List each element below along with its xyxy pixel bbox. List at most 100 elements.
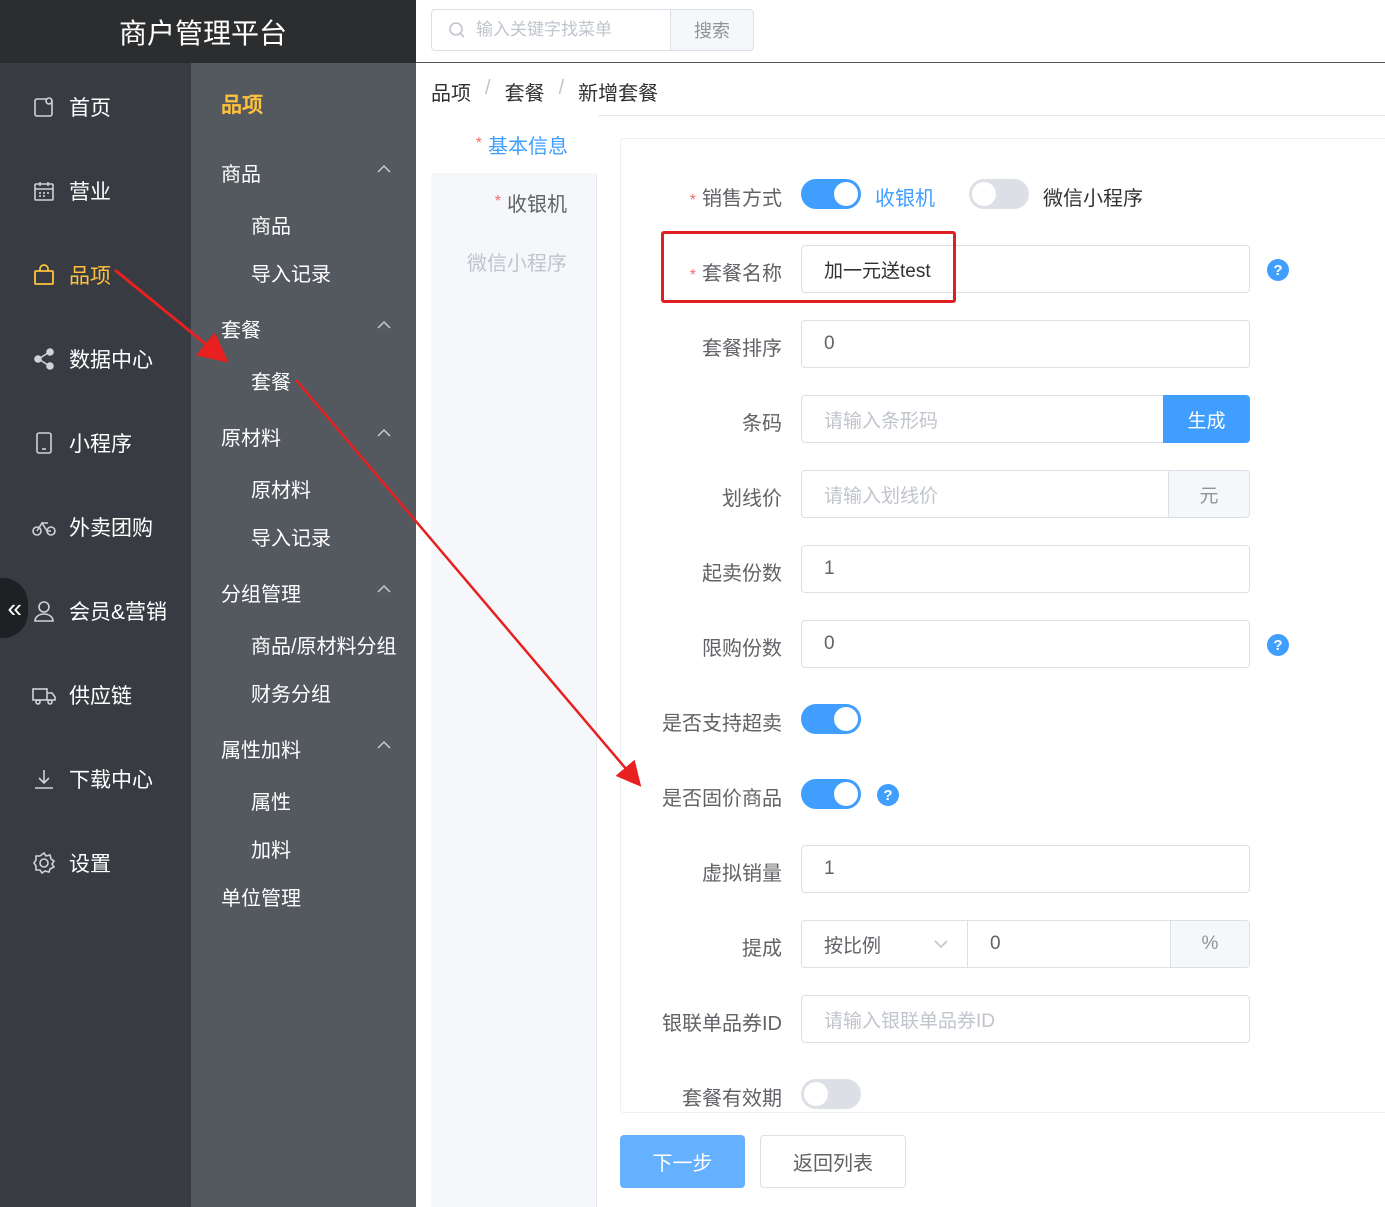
chevron-up-icon	[377, 428, 391, 437]
user-icon	[31, 598, 57, 624]
nav-item-settings[interactable]: 设置	[0, 833, 191, 893]
breadcrumb-item[interactable]: 套餐	[505, 77, 545, 106]
sub-item-materials[interactable]: 原材料	[251, 474, 311, 503]
sub-item-material-import-records[interactable]: 导入记录	[251, 522, 331, 551]
form-row-virtual-sales: 虚拟销量 1	[620, 845, 1385, 893]
gear-icon	[31, 850, 57, 876]
switch-fixed-price[interactable]	[801, 779, 861, 809]
field-label: 虚拟销量	[702, 863, 782, 885]
form-row-sale-mode: * 销售方式 收银机 微信小程序	[620, 170, 1385, 218]
form-row-strike-price: 划线价 请输入划线价 元	[620, 470, 1385, 518]
breadcrumb: 品项 / 套餐 / 新增套餐	[431, 77, 658, 106]
nav-item-delivery[interactable]: 外卖团购	[0, 497, 191, 557]
field-label: 条码	[742, 413, 782, 435]
group-materials[interactable]: 原材料	[221, 422, 281, 451]
sub-item-attributes[interactable]: 属性	[251, 786, 291, 815]
search-input[interactable]	[476, 20, 656, 40]
required-mark: *	[475, 135, 482, 152]
breadcrumb-current: 新增套餐	[578, 83, 659, 105]
back-to-list-button[interactable]: 返回列表	[760, 1135, 906, 1188]
switch-label: 微信小程序	[1043, 188, 1143, 210]
nav-item-data-center[interactable]: 数据中心	[0, 329, 191, 389]
shopping-bag-icon	[31, 262, 57, 288]
switch-label: 收银机	[875, 188, 935, 210]
barcode-input[interactable]: 请输入条形码 生成	[801, 395, 1250, 443]
group-products[interactable]: 商品	[221, 158, 261, 187]
form-row-min-qty: 起卖份数 1	[620, 545, 1385, 593]
nav-item-members[interactable]: 会员&营销	[0, 581, 191, 641]
group-combos[interactable]: 套餐	[221, 314, 261, 343]
help-icon[interactable]: ?	[1267, 634, 1289, 656]
limit-qty-input[interactable]: 0	[801, 620, 1250, 668]
help-icon[interactable]: ?	[877, 784, 899, 806]
breadcrumb-item[interactable]: 品项	[431, 77, 471, 106]
generate-barcode-button[interactable]: 生成	[1163, 395, 1250, 443]
field-label: 是否固价商品	[662, 788, 782, 810]
commission-value-input[interactable]: 0	[968, 921, 1172, 967]
form-row-sort: 套餐排序 0	[620, 320, 1385, 368]
group-attributes[interactable]: 属性加料	[221, 734, 301, 763]
sub-item-product-material-groups[interactable]: 商品/原材料分组	[251, 630, 397, 659]
breadcrumb-separator: /	[558, 77, 565, 99]
commission-mode-select[interactable]: 按比例	[802, 921, 968, 967]
sub-item-products[interactable]: 商品	[251, 210, 291, 239]
nav-item-business[interactable]: 营业	[0, 161, 191, 221]
form-row-validity: 套餐有效期	[620, 1070, 1385, 1110]
secondary-sidebar-title: 品项	[221, 94, 263, 117]
currency-suffix: 元	[1168, 471, 1249, 517]
switch-cashier[interactable]	[801, 179, 861, 209]
tab-cashier[interactable]: * 收银机	[431, 173, 597, 231]
field-label: 起卖份数	[702, 563, 782, 585]
chevron-up-icon	[377, 740, 391, 749]
nav-item-home[interactable]: 首页	[0, 77, 191, 137]
double-chevron-left-icon: «	[7, 592, 22, 623]
form-row-fixed-price: 是否固价商品 ?	[620, 770, 1385, 818]
min-qty-input[interactable]: 1	[801, 545, 1250, 593]
form-row-limit-qty: 限购份数 0 ?	[620, 620, 1385, 668]
virtual-sales-input[interactable]: 1	[801, 845, 1250, 893]
field-label: 提成	[742, 938, 782, 960]
field-label: 套餐有效期	[682, 1088, 782, 1110]
vertical-tabs: * 基本信息 * 收银机 微信小程序	[431, 115, 598, 1207]
nav-item-mini-program[interactable]: 小程序	[0, 413, 191, 473]
search-box	[431, 9, 670, 51]
field-label: 是否支持超卖	[662, 713, 782, 735]
switch-wechat[interactable]	[969, 179, 1029, 209]
switch-validity[interactable]	[801, 1079, 861, 1109]
bicycle-icon	[31, 514, 57, 540]
group-units[interactable]: 单位管理	[221, 882, 301, 911]
chevron-up-icon	[377, 320, 391, 329]
top-bar: 搜索	[416, 0, 1385, 63]
percent-suffix: %	[1170, 921, 1249, 967]
form-row-barcode: 条码 请输入条形码 生成	[620, 395, 1385, 443]
nav-item-supply-chain[interactable]: 供应链	[0, 665, 191, 725]
sort-input[interactable]: 0	[801, 320, 1250, 368]
sub-item-import-records[interactable]: 导入记录	[251, 258, 331, 287]
group-grouping[interactable]: 分组管理	[221, 578, 301, 607]
sub-item-toppings[interactable]: 加料	[251, 834, 291, 863]
field-label: 划线价	[722, 488, 782, 510]
form-row-unionpay: 银联单品券ID 请输入银联单品券ID	[620, 995, 1385, 1043]
home-icon	[31, 94, 57, 120]
sub-item-combos[interactable]: 套餐	[251, 366, 291, 395]
share-icon	[31, 346, 57, 372]
chevron-down-icon	[934, 940, 948, 949]
field-label: 银联单品券ID	[662, 1013, 782, 1035]
nav-item-products[interactable]: 品项	[0, 245, 191, 305]
tab-wechat-mini-program: 微信小程序	[467, 252, 567, 275]
sub-item-finance-groups[interactable]: 财务分组	[251, 678, 331, 707]
next-step-button[interactable]: 下一步	[620, 1135, 745, 1188]
field-label: * 销售方式	[689, 188, 782, 210]
unionpay-coupon-input[interactable]: 请输入银联单品券ID	[801, 995, 1250, 1043]
app-root: 商户管理平台 首页 营业 品项 数据中心 小程序 外卖团购 会员&营销 供应链 …	[0, 0, 1385, 1207]
nav-item-download[interactable]: 下载中心	[0, 749, 191, 809]
annotation-highlight-box	[661, 231, 956, 303]
strike-price-input[interactable]: 请输入划线价 元	[801, 470, 1250, 518]
tab-basic-info[interactable]: * 基本信息	[431, 115, 598, 173]
help-icon[interactable]: ?	[1267, 259, 1289, 281]
mobile-icon	[31, 430, 57, 456]
field-label: 套餐排序	[702, 338, 782, 360]
calendar-icon	[31, 178, 57, 204]
switch-oversell[interactable]	[801, 704, 861, 734]
search-button[interactable]: 搜索	[670, 9, 754, 51]
